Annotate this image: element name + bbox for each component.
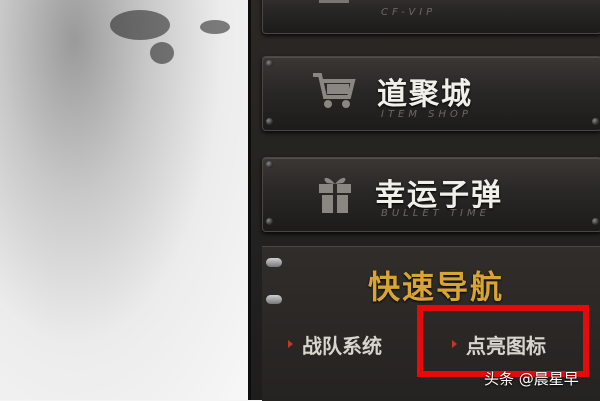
splash-decoration [110, 10, 170, 40]
bullet-icon [288, 340, 293, 348]
nav-link-team-system[interactable]: 战队系统 [288, 328, 408, 360]
rivet [266, 118, 273, 125]
item-shop-subtitle: ITEM SHOP [381, 109, 472, 120]
box-tab [266, 295, 282, 304]
rivet [266, 161, 273, 168]
watermark: 头条 @晨星早 [484, 370, 579, 388]
gift-icon [319, 177, 351, 213]
quick-nav-title: 快速导航 [368, 268, 505, 306]
bullet-time-subtitle: BULLET TIME [381, 208, 490, 219]
rivet [266, 218, 273, 225]
highlight-box [417, 305, 589, 377]
cart-icon [313, 73, 356, 108]
vip-button[interactable]: CF-VIP [262, 0, 600, 34]
splash-decoration [200, 20, 230, 34]
rivet [592, 118, 599, 125]
nav-link-label: 战队系统 [302, 334, 382, 358]
item-shop-title: 道聚城 [377, 77, 473, 112]
rivet [266, 60, 273, 67]
background-artwork [0, 0, 248, 400]
bullet-time-button[interactable]: 幸运子弹 BULLET TIME [262, 157, 600, 232]
rivet [592, 218, 599, 225]
box-tab [266, 258, 282, 267]
splash-decoration [150, 42, 174, 64]
vip-icon [319, 0, 349, 3]
item-shop-button[interactable]: 道聚城 ITEM SHOP [262, 56, 600, 131]
vip-subtitle: CF-VIP [381, 7, 437, 18]
